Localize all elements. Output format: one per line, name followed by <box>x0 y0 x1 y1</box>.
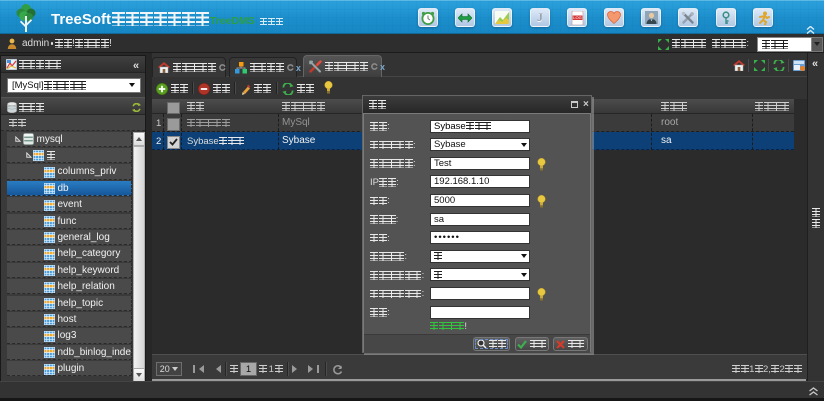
svg-text:LOG: LOG <box>573 15 581 20</box>
